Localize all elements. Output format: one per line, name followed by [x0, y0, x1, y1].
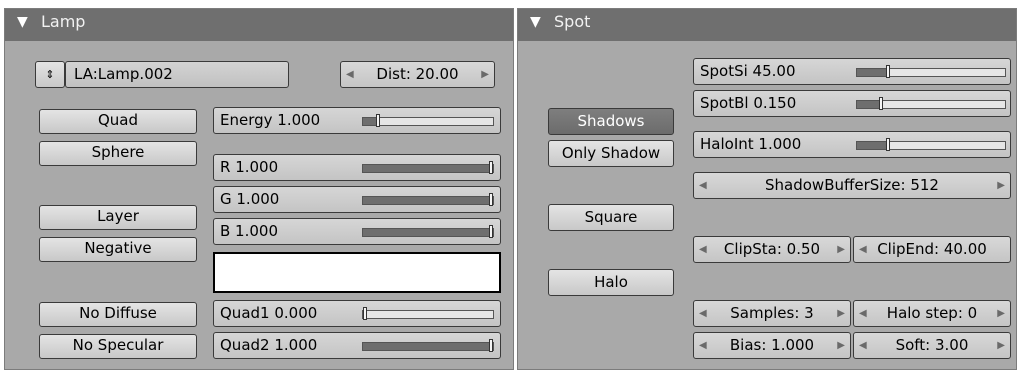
lamp-panel-title: Lamp — [41, 12, 86, 31]
arrow-right-icon[interactable]: ▶ — [481, 62, 489, 87]
spot-blend-label: SpotBl 0.150 — [700, 94, 797, 112]
energy-fill — [363, 118, 376, 125]
b-fill — [363, 229, 489, 236]
halo-step-field[interactable]: ◀ Halo step: 0 ▶ — [853, 300, 1011, 327]
only-shadow-button[interactable]: Only Shadow — [548, 140, 674, 167]
bias-text: Bias: 1.000 — [729, 336, 815, 354]
clip-end-field[interactable]: ◀ ClipEnd: 40.00 — [853, 236, 1011, 263]
spot-size-track — [856, 65, 1006, 78]
dist-field[interactable]: ◀ Dist: 20.00 ▶ — [340, 61, 495, 88]
halo-intensity-track — [856, 138, 1006, 151]
negative-button[interactable]: Negative — [39, 237, 197, 262]
quad2-slider[interactable]: Quad2 1.000 — [213, 332, 501, 359]
collapse-triangle-icon[interactable]: ▼ — [530, 14, 541, 30]
energy-slider[interactable]: Energy 1.000 — [213, 107, 501, 134]
arrow-right-icon[interactable]: ▶ — [997, 333, 1005, 358]
arrow-left-icon[interactable]: ◀ — [699, 333, 707, 358]
up-down-arrows-icon: ⇕ — [45, 68, 55, 81]
quad2-track — [362, 339, 494, 352]
arrow-right-icon[interactable]: ▶ — [837, 237, 845, 262]
energy-track — [362, 114, 494, 127]
shadows-button[interactable]: Shadows — [548, 108, 674, 135]
arrow-left-icon[interactable]: ◀ — [859, 301, 867, 326]
shadow-buffer-size-field[interactable]: ◀ ShadowBufferSize: 512 ▶ — [693, 172, 1011, 199]
lamp-panel-header[interactable]: ▼ Lamp — [5, 9, 513, 41]
b-slider[interactable]: B 1.000 — [213, 218, 501, 245]
spot-blend-track — [856, 97, 1006, 110]
no-diffuse-button[interactable]: No Diffuse — [39, 302, 197, 327]
arrow-right-icon[interactable]: ▶ — [997, 301, 1005, 326]
quad1-knob[interactable] — [363, 307, 367, 320]
collapse-triangle-icon[interactable]: ▼ — [17, 14, 28, 30]
samples-text: Samples: 3 — [730, 304, 814, 322]
samples-field[interactable]: ◀ Samples: 3 ▶ — [693, 300, 851, 327]
arrow-left-icon[interactable]: ◀ — [346, 62, 354, 87]
color-swatch[interactable] — [213, 252, 501, 293]
r-track — [362, 161, 494, 174]
r-fill — [363, 165, 489, 172]
b-knob[interactable] — [489, 225, 493, 238]
halo-intensity-knob[interactable] — [886, 138, 890, 151]
spot-size-label: SpotSi 45.00 — [700, 62, 796, 80]
quad2-label: Quad2 1.000 — [220, 336, 318, 354]
dist-text: Dist: 20.00 — [376, 65, 459, 83]
halo-step-text: Halo step: 0 — [886, 304, 978, 322]
lamp-browse-button[interactable]: ⇕ — [35, 61, 65, 88]
arrow-left-icon[interactable]: ◀ — [699, 173, 707, 198]
quad1-slider[interactable]: Quad1 0.000 — [213, 300, 501, 327]
no-specular-button[interactable]: No Specular — [39, 334, 197, 359]
r-label: R 1.000 — [220, 158, 279, 176]
quad-button[interactable]: Quad — [39, 109, 197, 134]
arrow-left-icon[interactable]: ◀ — [699, 237, 707, 262]
square-button[interactable]: Square — [548, 204, 674, 231]
halo-intensity-slider[interactable]: HaloInt 1.000 — [693, 131, 1011, 158]
clip-start-text: ClipSta: 0.50 — [723, 240, 821, 258]
arrow-left-icon[interactable]: ◀ — [699, 301, 707, 326]
energy-knob[interactable] — [376, 114, 380, 127]
arrow-right-icon[interactable]: ▶ — [837, 301, 845, 326]
arrow-left-icon[interactable]: ◀ — [859, 237, 867, 262]
sphere-button[interactable]: Sphere — [39, 141, 197, 166]
layer-button[interactable]: Layer — [39, 205, 197, 230]
g-slider[interactable]: G 1.000 — [213, 186, 501, 213]
b-label: B 1.000 — [220, 222, 279, 240]
halo-intensity-label: HaloInt 1.000 — [700, 135, 802, 153]
spot-size-slider[interactable]: SpotSi 45.00 — [693, 58, 1011, 85]
g-fill — [363, 197, 489, 204]
spot-panel-header[interactable]: ▼ Spot — [518, 9, 1016, 41]
lamp-panel: ▼ Lamp ⇕ LA:Lamp.002 ◀ Dist: 20.00 ▶ Qua… — [4, 8, 514, 370]
g-knob[interactable] — [489, 193, 493, 206]
spot-size-knob[interactable] — [886, 65, 890, 78]
quad1-label: Quad1 0.000 — [220, 304, 318, 322]
clip-start-field[interactable]: ◀ ClipSta: 0.50 ▶ — [693, 236, 851, 263]
halo-intensity-fill — [857, 142, 886, 149]
bias-field[interactable]: ◀ Bias: 1.000 ▶ — [693, 332, 851, 359]
arrow-right-icon[interactable]: ▶ — [837, 333, 845, 358]
spot-blend-slider[interactable]: SpotBl 0.150 — [693, 90, 1011, 117]
quad2-knob[interactable] — [489, 339, 493, 352]
spot-panel: ▼ Spot Shadows Only Shadow Square Halo S… — [517, 8, 1017, 370]
arrow-left-icon[interactable]: ◀ — [859, 333, 867, 358]
spot-blend-knob[interactable] — [879, 97, 883, 110]
spot-size-fill — [857, 69, 886, 76]
quad1-track — [362, 307, 494, 320]
arrow-right-icon[interactable]: ▶ — [997, 173, 1005, 198]
r-slider[interactable]: R 1.000 — [213, 154, 501, 181]
g-label: G 1.000 — [220, 190, 280, 208]
clip-end-text: ClipEnd: 40.00 — [877, 240, 987, 258]
quad2-fill — [363, 343, 489, 350]
lamp-name-text: LA:Lamp.002 — [74, 65, 173, 83]
spot-blend-fill — [857, 101, 879, 108]
r-knob[interactable] — [489, 161, 493, 174]
halo-button[interactable]: Halo — [548, 269, 674, 296]
lamp-name-field[interactable]: LA:Lamp.002 — [65, 61, 289, 88]
b-track — [362, 225, 494, 238]
soft-field[interactable]: ◀ Soft: 3.00 ▶ — [853, 332, 1011, 359]
g-track — [362, 193, 494, 206]
soft-text: Soft: 3.00 — [895, 336, 969, 354]
shadow-buffer-size-text: ShadowBufferSize: 512 — [765, 176, 939, 194]
spot-panel-title: Spot — [554, 12, 591, 31]
energy-label: Energy 1.000 — [220, 111, 321, 129]
